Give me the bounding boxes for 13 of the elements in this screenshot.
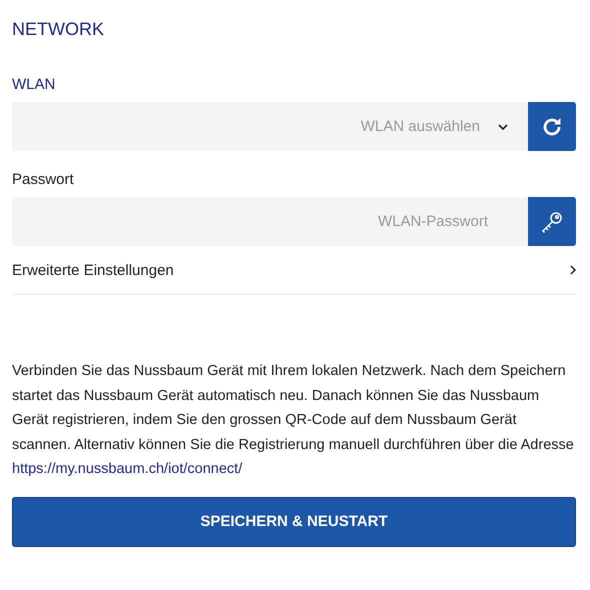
- key-icon: [540, 210, 564, 234]
- save-restart-button[interactable]: SPEICHERN & NEUSTART: [12, 496, 576, 546]
- password-label: Passwort: [12, 171, 75, 189]
- info-paragraph: Verbinden Sie das Nussbaum Gerät mit Ihrem lokalen Netzwerk. Nach dem Speichern startet das Nussbaum Gerät automatisch neu. Danach können Sie das Nussbaum Gerät registrieren, indem Sie den grossen QR-Code auf dem Nussbaum Gerät scannen. Alternativ können Sie die Registrierung manuell durchführen über die Adresse https://my.nussbaum.ch/iot/connect/: [12, 362, 575, 479]
- wlan-label: WLAN: [12, 76, 56, 94]
- connect-link[interactable]: https://my.nussbaum.ch/iot/connect/: [12, 461, 242, 477]
- chevron-down-icon: [498, 124, 508, 130]
- chevron-right-icon: [570, 265, 576, 275]
- page-title: NETWORK: [12, 18, 105, 40]
- key-button[interactable]: [528, 197, 576, 246]
- advanced-settings-row[interactable]: Erweiterte Einstellungen: [12, 246, 576, 295]
- password-field[interactable]: WLAN-Passwort: [12, 197, 528, 246]
- refresh-button[interactable]: [528, 102, 576, 151]
